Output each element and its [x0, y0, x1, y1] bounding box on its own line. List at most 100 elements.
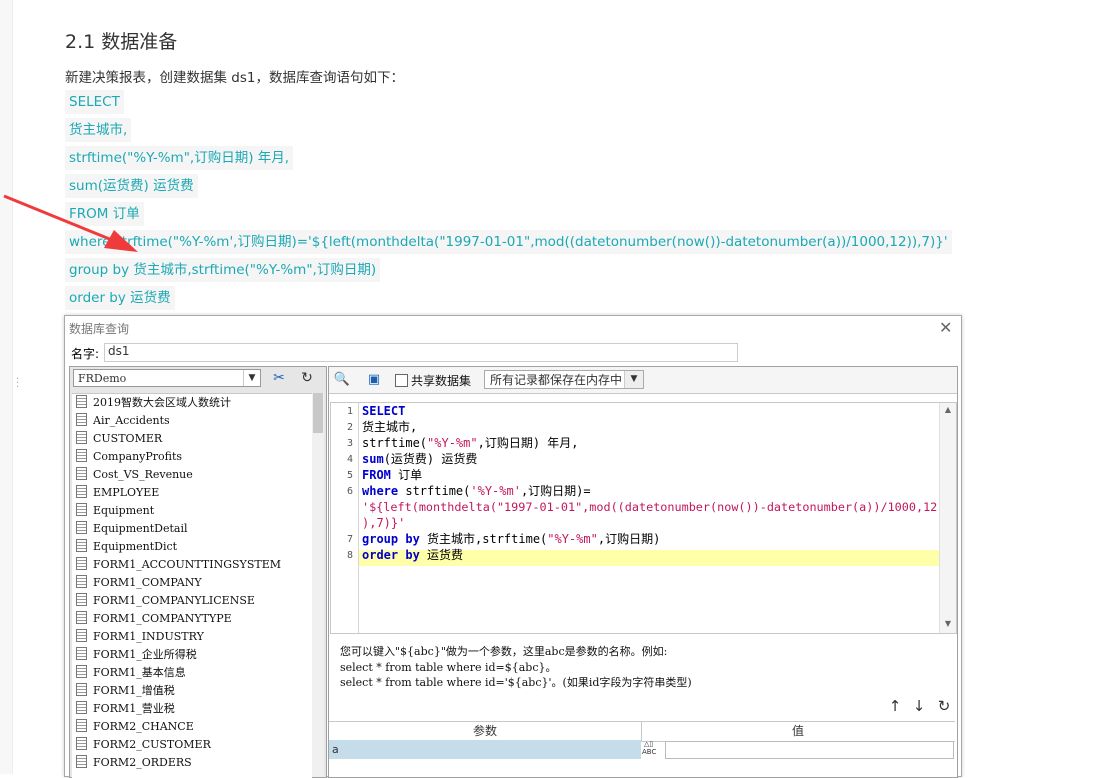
name-input[interactable]: ds1: [104, 343, 738, 362]
table-list-item[interactable]: FORM2_ORDERS: [72, 754, 312, 772]
sql-line-3: strftime("%Y-%m",订购日期) 年月,: [362, 436, 579, 450]
drag-handle-icon[interactable]: · · ·: [16, 375, 19, 393]
scroll-down-icon[interactable]: ▼: [940, 617, 956, 631]
table-icon: [76, 485, 87, 498]
table-icon: [76, 557, 87, 570]
line-number: 5: [346, 470, 353, 481]
line-number: 2: [346, 422, 353, 433]
sql-line-6-wrap: ),7)}': [362, 516, 406, 530]
sql-line-5: FROM 订单: [362, 468, 423, 482]
table-icon: [76, 449, 87, 462]
table-icon: [76, 467, 87, 480]
editor-scrollbar[interactable]: ▲ ▼: [939, 403, 956, 633]
line-number: 8: [346, 550, 353, 561]
query-toolbar: 🔍 ▣ 共享数据集 所有记录都保存在内存中 ▼: [329, 367, 957, 394]
table-icon: [76, 395, 87, 408]
sql-line-4: sum(运货费) 运货费: [362, 452, 478, 466]
table-list-scrollbar[interactable]: [312, 393, 324, 777]
table-icon: [76, 593, 87, 606]
code-line: order by 运货费: [65, 286, 175, 310]
table-icon: [76, 521, 87, 534]
table-list-item[interactable]: FORM1_INDUSTRY: [72, 628, 312, 646]
table-list-item[interactable]: FORM2_CUSTOMER: [72, 736, 312, 754]
chevron-down-icon[interactable]: ▼: [624, 371, 643, 388]
table-list-item[interactable]: EquipmentDict: [72, 538, 312, 556]
query-panel: 🔍 ▣ 共享数据集 所有记录都保存在内存中 ▼ 1 2 3 4 5 6 7 8 …: [328, 366, 958, 778]
line-number: 4: [346, 454, 353, 465]
article-description: 新建决策报表，创建数据集 ds1，数据库查询语句如下：: [65, 70, 404, 86]
cache-mode-value: 所有记录都保存在内存中: [490, 373, 623, 387]
move-down-icon[interactable]: ↓: [909, 697, 929, 715]
table-icon: [76, 701, 87, 714]
table-icon: [76, 629, 87, 642]
refresh-icon[interactable]: ↻: [296, 369, 318, 388]
name-label: 名字:: [71, 347, 100, 361]
param-type-icon[interactable]: △▯ ABC: [642, 740, 664, 759]
table-list-item[interactable]: 2019智数大会区域人数统计: [72, 394, 312, 412]
table-list-item[interactable]: FORM1_ACCOUNTTINGSYSTEM: [72, 556, 312, 574]
sql-line-2: 货主城市,: [362, 420, 418, 434]
table-list-item[interactable]: CUSTOMER: [72, 430, 312, 448]
page-left-strip: [0, 0, 13, 774]
table-list-item[interactable]: EMPLOYEE: [72, 484, 312, 502]
table-list-item[interactable]: FORM1_基本信息: [72, 664, 312, 682]
datasource-select[interactable]: FRDemo ▼: [73, 369, 261, 387]
table-browser-panel: FRDemo ▼ ✂ ↻ 2019智数大会区域人数统计 Air_Accident…: [69, 366, 327, 778]
line-number: 3: [346, 438, 353, 449]
table-list-item[interactable]: FORM1_企业所得税: [72, 646, 312, 664]
table-icon: [76, 647, 87, 660]
close-icon[interactable]: ✕: [939, 318, 952, 337]
table-list-item[interactable]: EquipmentDetail: [72, 520, 312, 538]
dialog-title: 数据库查询: [69, 322, 130, 336]
param-value-input[interactable]: [665, 741, 954, 759]
table-list-item[interactable]: FORM1_COMPANY: [72, 574, 312, 592]
table-list-item[interactable]: Cost_VS_Revenue: [72, 466, 312, 484]
code-line: SELECT: [65, 90, 124, 114]
sql-line-7: group by 货主城市,strftime("%Y-%m",订购日期): [362, 532, 661, 546]
table-list-item[interactable]: CompanyProfits: [72, 448, 312, 466]
param-name-header: 参数: [329, 722, 642, 741]
table-icon: [76, 503, 87, 516]
scroll-up-icon[interactable]: ▲: [940, 403, 956, 417]
table-list-item[interactable]: FORM1_营业税: [72, 700, 312, 718]
line-number: 1: [346, 406, 353, 417]
red-arrow-annotation: [3, 194, 138, 252]
table-list-item[interactable]: FORM2_CHANCE: [72, 718, 312, 736]
preview-icon[interactable]: 🔍: [333, 371, 351, 389]
table-list-item[interactable]: FORM1_COMPANYTYPE: [72, 610, 312, 628]
param-row[interactable]: a △▯ ABC: [329, 740, 955, 759]
scrollbar-thumb[interactable]: [313, 393, 323, 433]
cache-mode-select[interactable]: 所有记录都保存在内存中 ▼: [484, 370, 644, 389]
hint-text: 您可以键入"${abc}"做为一个参数，这里abc是参数的名称。例如:: [340, 645, 668, 658]
table-icon: [76, 539, 87, 552]
code-line: where strftime("%Y-%m',订购日期)='${left(mon…: [65, 230, 952, 254]
refresh-params-icon[interactable]: ↻: [934, 697, 954, 715]
table-icon: [76, 431, 87, 444]
sql-line-6: where strftime('%Y-%m',订购日期)=: [362, 484, 591, 498]
article-title: 2.1 数据准备: [65, 31, 178, 53]
table-list-item[interactable]: Air_Accidents: [72, 412, 312, 430]
sql-editor[interactable]: 1 2 3 4 5 6 7 8 SELECT 货主城市, strftime("%…: [330, 402, 957, 634]
line-number: 7: [346, 534, 353, 545]
table-icon: [76, 719, 87, 732]
table-list[interactable]: 2019智数大会区域人数统计 Air_Accidents CUSTOMER Co…: [72, 393, 312, 778]
table-list-item[interactable]: FORM1_增值税: [72, 682, 312, 700]
table-icon: [76, 683, 87, 696]
sql-line-8: order by 运货费: [362, 548, 464, 562]
param-name-cell[interactable]: a: [329, 740, 641, 759]
line-number: 6: [346, 486, 353, 497]
line-number-gutter: 1 2 3 4 5 6 7 8: [331, 403, 359, 633]
code-line: strftime("%Y-%m",订购日期) 年月,: [65, 146, 294, 170]
share-dataset-checkbox[interactable]: [395, 374, 408, 387]
hint-text: select * from table where id='${abc}'。(如…: [340, 676, 692, 689]
tools-icon[interactable]: ✂: [268, 369, 290, 388]
move-up-icon[interactable]: ↑: [885, 697, 905, 715]
table-list-item[interactable]: Equipment: [72, 502, 312, 520]
share-dataset-label: 共享数据集: [411, 374, 472, 388]
save-icon[interactable]: ▣: [365, 371, 383, 389]
table-list-item[interactable]: FORM1_COMPANYLICENSE: [72, 592, 312, 610]
datasource-value: FRDemo: [78, 372, 127, 385]
hint-text: select * from table where id=${abc}。: [340, 661, 557, 674]
chevron-down-icon[interactable]: ▼: [243, 370, 260, 386]
table-icon: [76, 665, 87, 678]
